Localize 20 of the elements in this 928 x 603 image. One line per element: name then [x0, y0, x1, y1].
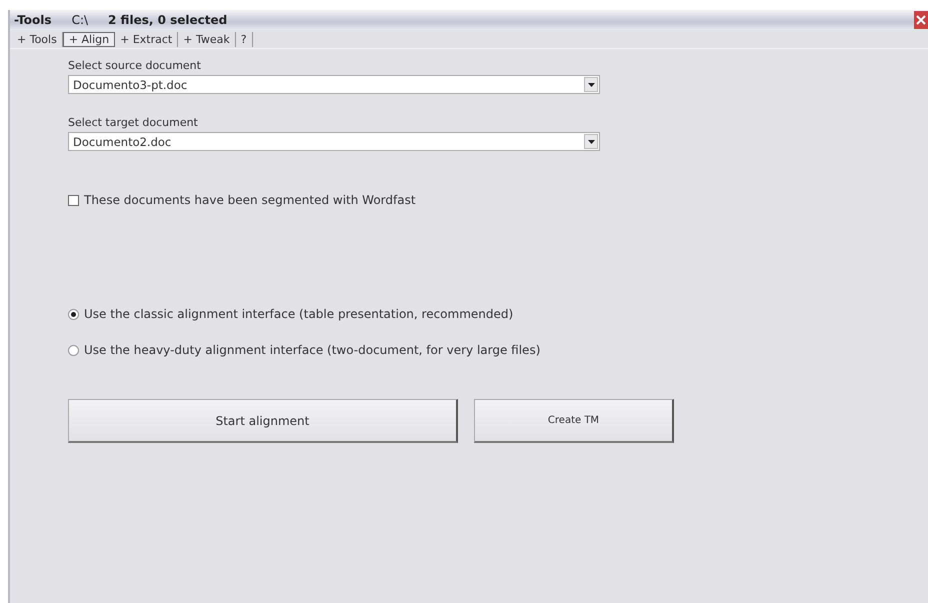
create-tm-button[interactable]: Create TM [474, 399, 674, 443]
close-icon[interactable] [914, 11, 928, 29]
tab[interactable]: + Align [62, 32, 116, 46]
radio-label: Use the classic alignment interface (table presentation, recommended) [84, 307, 514, 321]
window-title: -Tools [14, 13, 52, 27]
target-dropdown[interactable]: Documento2.doc [68, 132, 600, 151]
tab[interactable]: + Tweak [178, 32, 236, 46]
current-path: C:\ [72, 13, 88, 27]
radio-label: Use the heavy-duty alignment interface (two-document, for very large files) [84, 343, 540, 357]
start-alignment-button[interactable]: Start alignment [68, 399, 458, 443]
checkbox[interactable] [68, 194, 79, 206]
checkbox-label: These documents have been segmented with Wordfast [84, 193, 416, 207]
radio-button[interactable] [68, 308, 79, 320]
tab[interactable]: + Extract [115, 32, 178, 46]
tab[interactable]: ? [236, 32, 253, 46]
field-label: Select target document [68, 116, 198, 129]
file-count: 2 files, 0 selected [108, 13, 228, 27]
field-label: Select source document [68, 59, 201, 72]
source-dropdown[interactable]: Documento3-pt.doc [68, 75, 600, 94]
radio-button[interactable] [68, 344, 79, 356]
